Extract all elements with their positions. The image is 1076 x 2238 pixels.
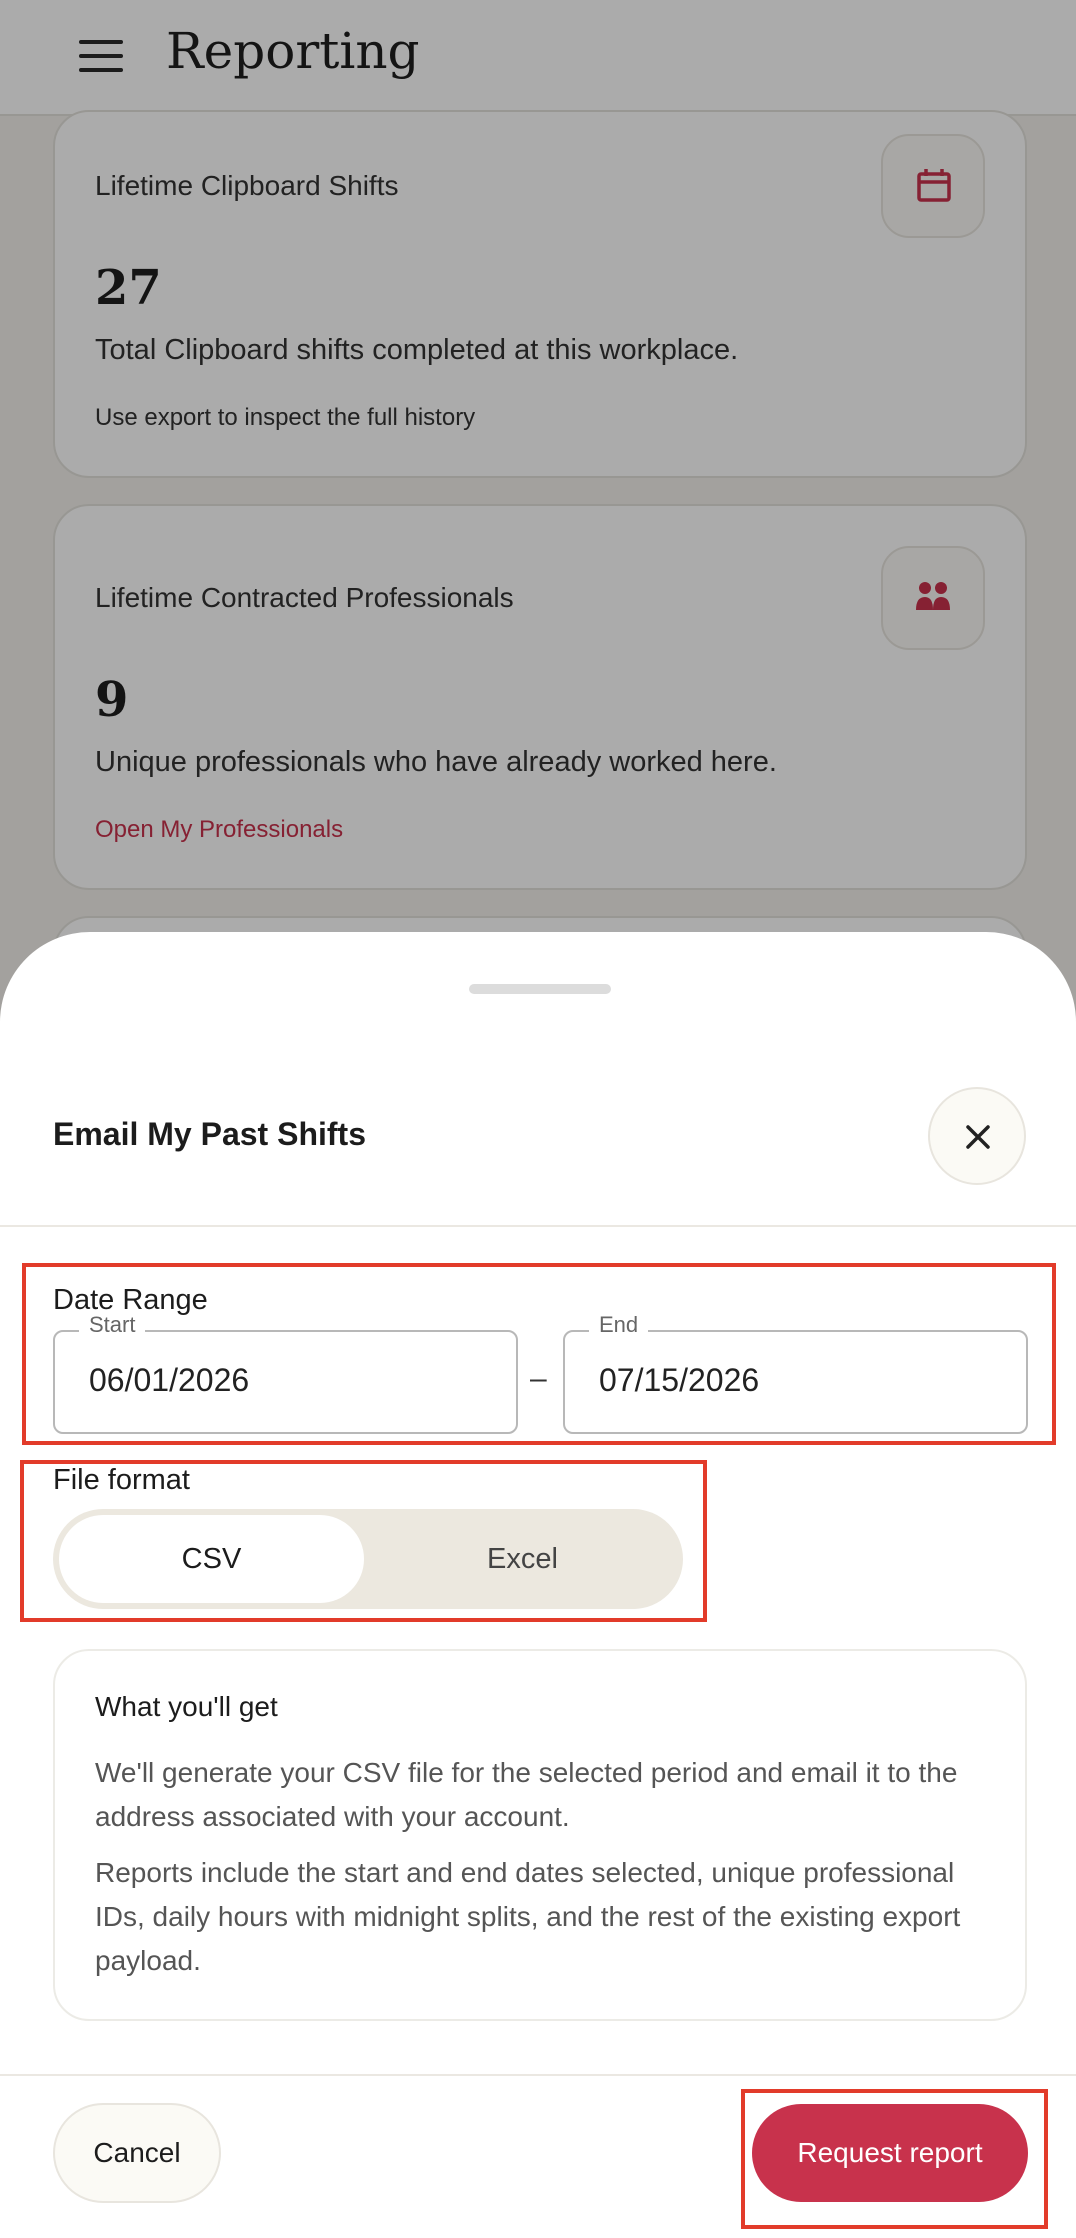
info-title: What you'll get xyxy=(95,1691,278,1722)
file-format-toggle: CSV Excel xyxy=(53,1509,683,1609)
sheet-title: Email My Past Shifts xyxy=(53,1116,366,1152)
start-date-field[interactable]: Start 06/01/2026 xyxy=(53,1312,518,1434)
close-icon xyxy=(966,1125,990,1149)
close-button[interactable] xyxy=(928,1087,1026,1185)
divider xyxy=(0,2074,1076,2076)
request-report-button[interactable]: Request report xyxy=(752,2104,1028,2202)
file-format-label: File format xyxy=(53,1464,190,1496)
sheet-drag-handle[interactable] xyxy=(469,984,611,994)
date-separator: – xyxy=(530,1362,547,1395)
divider xyxy=(0,1225,1076,1227)
info-paragraph: Reports include the start and end dates … xyxy=(95,1857,961,1976)
email-past-shifts-sheet: Email My Past Shifts Date Range Start 06… xyxy=(0,932,1076,2238)
start-date-label: Start xyxy=(79,1312,146,1338)
format-option-excel[interactable]: Excel xyxy=(368,1515,677,1603)
what-youll-get-box: What you'll get We'll generate your CSV … xyxy=(53,1649,1027,2021)
end-date-value: 07/15/2026 xyxy=(599,1362,760,1398)
start-date-value: 06/01/2026 xyxy=(89,1362,250,1398)
cancel-button[interactable]: Cancel xyxy=(53,2103,221,2203)
info-paragraph: We'll generate your CSV file for the sel… xyxy=(95,1757,958,1832)
format-option-csv[interactable]: CSV xyxy=(59,1515,364,1603)
end-date-label: End xyxy=(589,1312,649,1338)
end-date-field[interactable]: End 07/15/2026 xyxy=(563,1312,1028,1434)
